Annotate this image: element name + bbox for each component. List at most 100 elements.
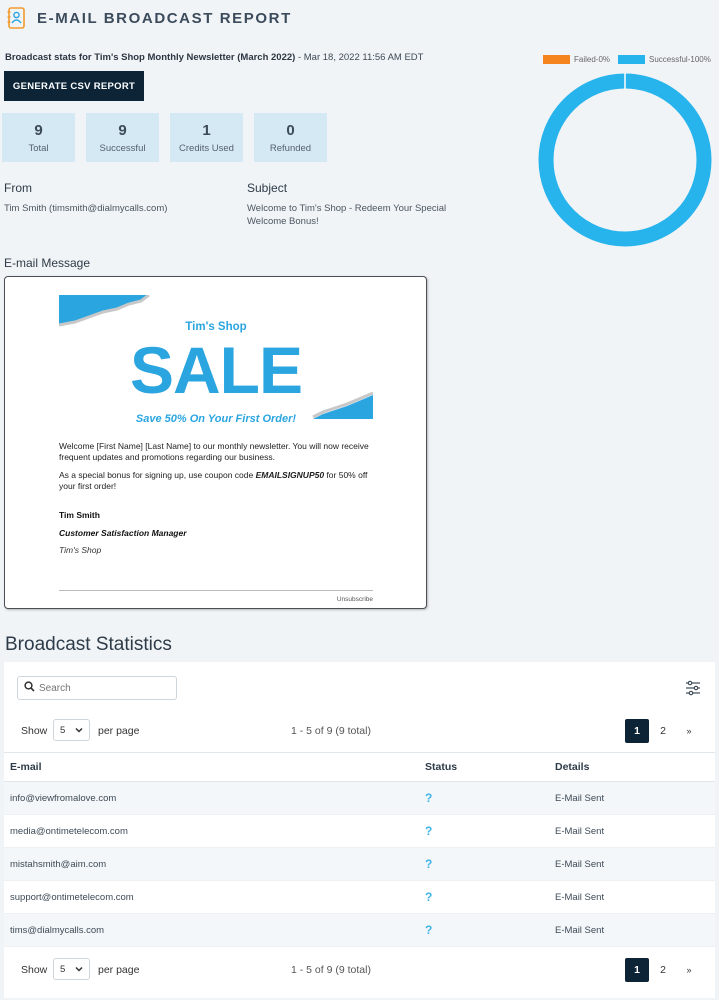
filter-settings-icon[interactable] bbox=[685, 680, 701, 696]
search-icon bbox=[24, 681, 35, 695]
broadcast-name: Broadcast stats for Tim's Shop Monthly N… bbox=[5, 52, 296, 63]
unsubscribe-link[interactable]: Unsubscribe bbox=[337, 596, 373, 603]
row-details: E-Mail Sent bbox=[555, 891, 605, 903]
next-page-button[interactable]: » bbox=[677, 719, 701, 743]
chevron-down-icon bbox=[74, 964, 84, 977]
table-row: support@ontimetelecom.com ? E-Mail Sent bbox=[4, 881, 715, 914]
table-row: media@ontimetelecom.com ? E-Mail Sent bbox=[4, 815, 715, 848]
status-help-icon[interactable]: ? bbox=[425, 923, 555, 937]
broadcast-subline: Broadcast stats for Tim's Shop Monthly N… bbox=[5, 52, 423, 63]
chart-legend: Failed-0% Successful-100% bbox=[543, 55, 719, 64]
row-details: E-Mail Sent bbox=[555, 792, 605, 804]
section-title: Broadcast Statistics bbox=[5, 634, 172, 655]
shop-name: Tim's Shop bbox=[185, 321, 247, 333]
stat-refunded: 0 Refunded bbox=[254, 113, 327, 162]
stat-label: Credits Used bbox=[179, 142, 234, 154]
page-button-1[interactable]: 1 bbox=[625, 719, 649, 743]
legend-failed[interactable]: Failed-0% bbox=[543, 55, 610, 64]
pager-bottom: Show 5 per page 1 - 5 of 9 (9 total) 1 2… bbox=[4, 958, 715, 984]
status-help-icon[interactable]: ? bbox=[425, 791, 555, 805]
page-title: E-MAIL BROADCAST REPORT bbox=[37, 9, 292, 27]
stat-successful: 9 Successful bbox=[86, 113, 159, 162]
per-page-label: per page bbox=[98, 725, 140, 737]
stats-boxes: 9 Total 9 Successful 1 Credits Used 0 Re… bbox=[2, 113, 327, 162]
result-count: 1 - 5 of 9 (9 total) bbox=[291, 725, 371, 737]
sale-banner: Tim's Shop SALE Save 50% On Your First O… bbox=[59, 295, 373, 425]
page-button-1[interactable]: 1 bbox=[625, 958, 649, 982]
chevron-down-icon bbox=[74, 725, 84, 738]
status-value: ? bbox=[425, 857, 433, 871]
stat-value: 0 bbox=[286, 121, 295, 139]
result-count: 1 - 5 of 9 (9 total) bbox=[291, 964, 371, 976]
email-paragraph: As a special bonus for signing up, use c… bbox=[59, 470, 373, 493]
row-email: info@viewfromalove.com bbox=[10, 792, 117, 804]
page-button-2[interactable]: 2 bbox=[651, 958, 675, 982]
status-help-icon[interactable]: ? bbox=[425, 857, 555, 871]
legend-successful[interactable]: Successful-100% bbox=[618, 55, 711, 64]
legend-swatch bbox=[618, 55, 646, 64]
status-help-icon[interactable]: ? bbox=[425, 824, 555, 838]
row-details: E-Mail Sent bbox=[555, 924, 605, 936]
status-value: ? bbox=[425, 791, 433, 805]
legend-label: Failed-0% bbox=[574, 55, 611, 64]
email-body: Welcome [First Name] [Last Name] to our … bbox=[59, 441, 373, 499]
email-signature: Tim Smith Customer Satisfaction Manager … bbox=[59, 510, 187, 555]
table-row: tims@dialmycalls.com ? E-Mail Sent bbox=[4, 914, 715, 947]
subject-label: Subject bbox=[247, 181, 288, 195]
legend-label: Successful-100% bbox=[649, 55, 711, 64]
row-details: E-Mail Sent bbox=[555, 825, 605, 837]
statistics-panel: Show 5 per page 1 - 5 of 9 (9 total) 1 2… bbox=[4, 662, 715, 998]
success-donut-chart bbox=[538, 72, 712, 247]
from-label: From bbox=[4, 181, 32, 195]
status-value: ? bbox=[425, 890, 433, 904]
show-label: Show bbox=[21, 725, 48, 737]
status-value: ? bbox=[425, 923, 433, 937]
status-help-icon[interactable]: ? bbox=[425, 890, 555, 904]
page-header: E-MAIL BROADCAST REPORT bbox=[6, 6, 292, 30]
statistics-table: E-mail Status Details info@viewfromalove… bbox=[4, 752, 715, 947]
pagination: 1 2 » bbox=[625, 719, 701, 743]
column-header-status[interactable]: Status bbox=[425, 761, 555, 773]
search-box[interactable] bbox=[17, 676, 177, 700]
email-preview: Tim's Shop SALE Save 50% On Your First O… bbox=[4, 276, 427, 609]
per-page-select[interactable]: 5 bbox=[53, 719, 90, 741]
from-value: Tim Smith (timsmith@dialmycalls.com) bbox=[4, 203, 168, 214]
donut-slice-successful[interactable] bbox=[538, 73, 712, 247]
column-header-email[interactable]: E-mail bbox=[4, 761, 425, 773]
column-header-details[interactable]: Details bbox=[555, 761, 715, 773]
per-page-value: 5 bbox=[60, 963, 66, 975]
stat-value: 9 bbox=[34, 121, 43, 139]
row-details: E-Mail Sent bbox=[555, 858, 605, 870]
pagination: 1 2 » bbox=[625, 958, 701, 982]
row-email: support@ontimetelecom.com bbox=[10, 891, 134, 903]
row-email: media@ontimetelecom.com bbox=[10, 825, 128, 837]
row-email: mistahsmith@aim.com bbox=[10, 858, 107, 870]
per-page-value: 5 bbox=[60, 724, 66, 736]
table-row: mistahsmith@aim.com ? E-Mail Sent bbox=[4, 848, 715, 881]
status-value: ? bbox=[425, 824, 433, 838]
page-button-2[interactable]: 2 bbox=[651, 719, 675, 743]
next-page-button[interactable]: » bbox=[677, 958, 701, 982]
sale-headline: SALE bbox=[129, 333, 303, 407]
email-message-label: E-mail Message bbox=[4, 256, 91, 270]
contact-book-icon bbox=[6, 7, 26, 29]
signature-shop: Tim's Shop bbox=[59, 545, 102, 555]
table-header: E-mail Status Details bbox=[4, 752, 715, 782]
broadcast-timestamp: - Mar 18, 2022 11:56 AM EDT bbox=[295, 52, 424, 63]
subject-value: Welcome to Tim's Shop - Redeem Your Spec… bbox=[247, 203, 447, 228]
table-row: info@viewfromalove.com ? E-Mail Sent bbox=[4, 782, 715, 815]
coupon-code: EMAILSIGNUP50 bbox=[255, 469, 325, 480]
signature-name: Tim Smith bbox=[59, 510, 100, 520]
generate-csv-button[interactable]: GENERATE CSV REPORT bbox=[4, 71, 144, 101]
stat-label: Total bbox=[28, 142, 49, 154]
stat-credits-used: 1 Credits Used bbox=[170, 113, 243, 162]
show-label: Show bbox=[21, 964, 48, 976]
signature-role: Customer Satisfaction Manager bbox=[59, 528, 187, 538]
email-content: Tim's Shop SALE Save 50% On Your First O… bbox=[59, 277, 373, 608]
stat-total: 9 Total bbox=[2, 113, 75, 162]
row-email: tims@dialmycalls.com bbox=[10, 924, 105, 936]
sale-tagline: Save 50% On Your First Order! bbox=[135, 413, 297, 425]
per-page-label: per page bbox=[98, 964, 140, 976]
search-input[interactable] bbox=[39, 682, 159, 694]
per-page-select[interactable]: 5 bbox=[53, 958, 90, 980]
